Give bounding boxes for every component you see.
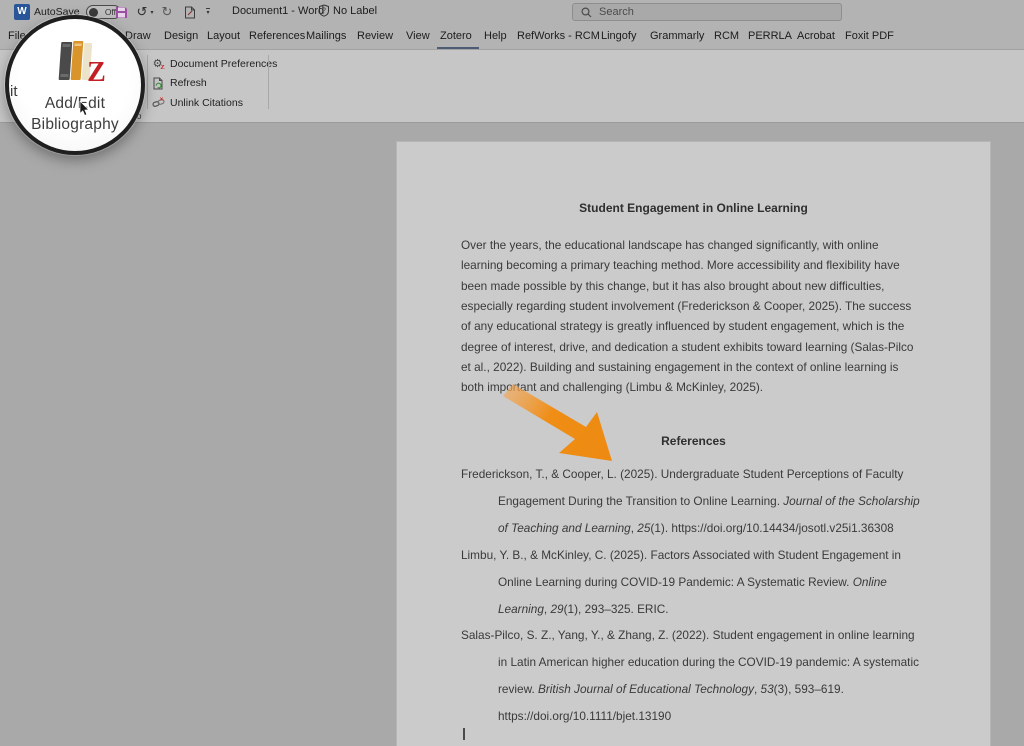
ribbon: ⚙Z Document Preferences Refresh × Unlink Cit… xyxy=(0,50,1024,123)
document-body-line: of any educational strategy is greatly i… xyxy=(461,316,941,336)
undo-icon: ↺ xyxy=(137,6,148,19)
reference-line: in Latin American higher education durin… xyxy=(461,649,961,676)
tab-lingofy[interactable]: Lingofy xyxy=(601,30,636,42)
gear-icon: ⚙Z xyxy=(152,57,165,70)
refresh-button[interactable]: Refresh xyxy=(152,74,277,94)
tab-layout[interactable]: Layout xyxy=(207,30,240,42)
document-body-line: Over the years, the educational landscap… xyxy=(461,235,941,255)
shield-icon: ? xyxy=(318,4,330,17)
tab-foxit-pdf[interactable]: Foxit PDF xyxy=(845,30,894,42)
document-body-line: both important and challenging (Limbu & … xyxy=(461,377,941,397)
tab-design[interactable]: Design xyxy=(164,30,198,42)
ribbon-button-label: Refresh xyxy=(170,77,207,89)
toggle-knob-icon xyxy=(89,8,98,17)
document-heading: Student Engagement in Online Learning xyxy=(397,201,990,215)
button-label-line: Add/Edit xyxy=(9,95,141,113)
text-cursor xyxy=(463,728,465,740)
spotlight-circle: it Z Add/Edit Bibliography xyxy=(5,15,145,155)
document-pen-icon xyxy=(184,6,196,19)
references-list: Frederickson, T., & Cooper, L. (2025). U… xyxy=(461,461,961,730)
tab-acrobat[interactable]: Acrobat xyxy=(797,30,835,42)
button-label-line: Bibliography xyxy=(9,116,141,134)
reference-line: Online Learning during COVID-19 Pandemic… xyxy=(461,569,961,596)
document-body: Over the years, the educational landscap… xyxy=(461,235,941,398)
redo-icon: ↻ xyxy=(162,6,173,19)
tab-help[interactable]: Help xyxy=(484,30,507,42)
group-divider xyxy=(147,55,148,109)
tab-rcm[interactable]: RCM xyxy=(714,30,739,42)
sensitivity-label-button[interactable]: ? No Label xyxy=(318,4,377,17)
reference-line: of Teaching and Learning, 25(1). https:/… xyxy=(461,515,961,542)
reference-line: https://doi.org/10.1111/bjet.13190 xyxy=(461,703,961,730)
reference-line: Salas-Pilco, S. Z., Yang, Y., & Zhang, Z… xyxy=(461,622,961,649)
svg-text:Z: Z xyxy=(87,57,106,87)
document-body-line: et al., 2022). Building and sustaining e… xyxy=(461,357,941,377)
search-icon xyxy=(581,7,592,18)
tab-view[interactable]: View xyxy=(406,30,430,42)
reference-entry: Limbu, Y. B., & McKinley, C. (2025). Fac… xyxy=(461,542,961,623)
word-app-icon[interactable]: W xyxy=(14,4,30,20)
undo-dropdown[interactable]: ▾ xyxy=(148,3,156,21)
document-body-line: degree of interest, drive, and dedicatio… xyxy=(461,337,941,357)
search-input[interactable] xyxy=(599,6,819,18)
unlink-citations-button[interactable]: × Unlink Citations xyxy=(152,93,277,113)
qat-customize-button[interactable]: ▾ xyxy=(203,3,213,21)
selected-tab-underline xyxy=(437,47,479,50)
mouse-cursor-icon xyxy=(79,101,91,117)
references-heading: References xyxy=(397,434,990,448)
save-button[interactable] xyxy=(112,3,130,21)
search-bar[interactable] xyxy=(572,3,842,21)
ribbon-button-label: Unlink Citations xyxy=(170,97,243,109)
tab-review[interactable]: Review xyxy=(357,30,393,42)
unlink-icon: × xyxy=(152,96,165,109)
zotero-ribbon-group: ⚙Z Document Preferences Refresh × Unlink Cit… xyxy=(152,54,277,113)
document-body-line: especially regarding student involvement… xyxy=(461,296,941,316)
document-body-line: been made possible by this change, but i… xyxy=(461,276,941,296)
reference-line: Limbu, Y. B., & McKinley, C. (2025). Fac… xyxy=(461,542,961,569)
redo-button[interactable]: ↻ xyxy=(158,3,176,21)
sensitivity-label-text: No Label xyxy=(333,5,377,17)
refresh-icon xyxy=(152,77,165,90)
tab-perrla[interactable]: PERRLA xyxy=(748,30,792,42)
svg-text:×: × xyxy=(160,97,164,103)
tab-mailings[interactable]: Mailings xyxy=(306,30,346,42)
reference-line: Learning, 29(1), 293–325. ERIC. xyxy=(461,596,961,623)
reference-line: Engagement During the Transition to Onli… xyxy=(461,488,961,515)
document-page[interactable]: Student Engagement in Online Learning Ov… xyxy=(397,142,990,746)
title-bar: W AutoSave Off ↺ ▾ ↻ xyxy=(0,0,1024,24)
tab-references[interactable]: References xyxy=(249,30,305,42)
svg-text:Z: Z xyxy=(160,64,164,70)
save-icon xyxy=(115,6,128,19)
reference-line: Frederickson, T., & Cooper, L. (2025). U… xyxy=(461,461,961,488)
ribbon-tab-row: FileDrawDesignLayoutReferencesMailingsRe… xyxy=(0,24,1024,50)
document-preferences-button[interactable]: ⚙Z Document Preferences xyxy=(152,54,277,74)
tab-zotero[interactable]: Zotero xyxy=(440,30,472,42)
document-title: Document1 - Word xyxy=(232,5,324,17)
reference-entry: Frederickson, T., & Cooper, L. (2025). U… xyxy=(461,461,961,542)
group-divider xyxy=(268,55,269,109)
reference-entry: Salas-Pilco, S. Z., Yang, Y., & Zhang, Z… xyxy=(461,622,961,730)
editing-mode-button[interactable] xyxy=(181,3,199,21)
document-body-line: learning becoming a primary teaching met… xyxy=(461,255,941,275)
chevron-down-icon: ▾ xyxy=(206,8,209,16)
svg-text:?: ? xyxy=(322,8,326,15)
zotero-books-icon: Z xyxy=(49,39,107,92)
tab-grammarly[interactable]: Grammarly xyxy=(650,30,704,42)
tab-refworks-rcm[interactable]: RefWorks - RCM xyxy=(517,30,600,42)
word-window: W AutoSave Off ↺ ▾ ↻ xyxy=(0,0,1024,746)
reference-line: review. British Journal of Educational T… xyxy=(461,676,961,703)
ribbon-button-label: Document Preferences xyxy=(170,58,277,70)
chevron-down-icon: ▾ xyxy=(150,9,153,16)
